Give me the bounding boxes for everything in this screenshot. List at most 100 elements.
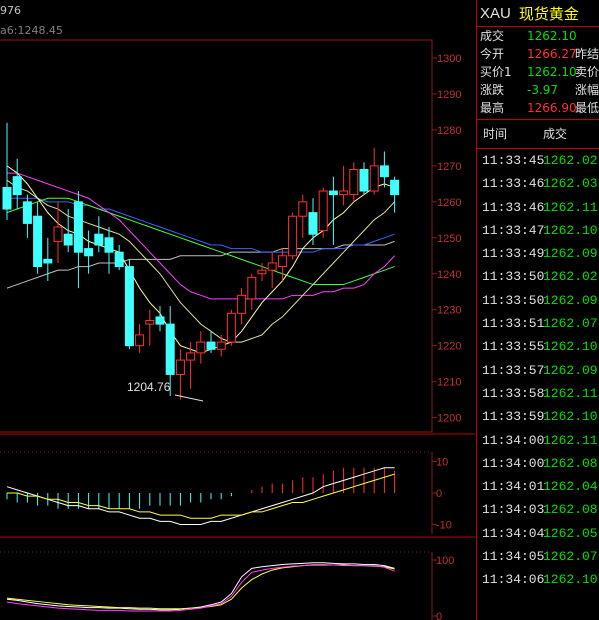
kline-chart-area[interactable]: 1300 1290 1280 1270 1260 1250 1240 1230 1220 1210… <box>0 0 475 620</box>
tick-time: 11:33:59 <box>482 409 545 425</box>
candle-body <box>359 168 369 192</box>
quote-value: 1262.10 <box>527 65 577 79</box>
candle-body <box>206 341 216 350</box>
candle-body <box>349 168 359 196</box>
price-axis-label: 1270 <box>437 161 461 173</box>
price-axis-label: 1300 <box>437 53 461 65</box>
symbol-name: 现货黄金 <box>518 4 579 23</box>
quote-title: XAU 现货黄金 <box>477 0 599 27</box>
candle-body <box>94 233 104 246</box>
tick-time: 11:34:00 <box>482 432 545 448</box>
candle-body <box>328 190 338 196</box>
quote-label: 涨跌 <box>480 83 505 97</box>
tick-price: 1262.03 <box>543 176 598 192</box>
candle-body <box>196 341 206 354</box>
symbol-code: XAU <box>480 4 511 22</box>
tick-time: 11:33:50 <box>482 292 545 308</box>
quote-value: 1266.27 <box>527 47 577 61</box>
tick-row: 11:33:47 1262.10 <box>477 219 599 242</box>
quote-row: 涨跌 -3.97 涨幅 <box>477 81 599 99</box>
indicator-label: 976 <box>0 4 21 17</box>
candle-body <box>390 179 400 196</box>
kdj-axis-label: 0 <box>436 611 442 620</box>
tick-row: 11:34:05 1262.07 <box>477 545 599 568</box>
tick-row: 11:33:51 1262.07 <box>477 312 599 335</box>
tick-time: 11:33:51 <box>482 316 545 332</box>
candle-body <box>175 359 185 375</box>
candle-body <box>43 258 53 264</box>
tick-price: 1262.02 <box>543 269 598 285</box>
tick-row: 11:34:06 1262.10 <box>477 568 599 591</box>
tick-price: 1262.10 <box>543 572 598 588</box>
price-axis-label: 1290 <box>437 89 461 101</box>
price-axis-label: 1230 <box>437 305 461 317</box>
tick-price: 1262.10 <box>543 339 598 355</box>
quote-row: 成交 1262.10 <box>477 27 599 45</box>
price-axis-label: 1200 <box>437 413 461 425</box>
tick-row: 11:34:00 1262.11 <box>477 429 599 452</box>
candle-body <box>135 334 145 347</box>
quote-label-2: 昨结 <box>575 47 599 61</box>
tick-time: 11:33:57 <box>482 362 545 378</box>
tick-price: 1262.08 <box>543 502 598 518</box>
candle-body <box>277 255 287 268</box>
tick-price: 1262.10 <box>543 222 598 238</box>
kdj-d-line <box>6 564 395 610</box>
candle-body <box>155 316 165 325</box>
tick-time: 11:34:04 <box>482 525 545 541</box>
candle-body <box>114 251 124 268</box>
candle-body <box>267 262 277 271</box>
candle-body <box>63 233 73 246</box>
candle-body <box>2 186 12 210</box>
tick-price: 1262.09 <box>543 292 598 308</box>
tick-row: 11:33:46 1262.11 <box>477 196 599 219</box>
candle-body <box>318 190 328 232</box>
quote-label: 买价1 <box>480 65 512 79</box>
candle-body <box>124 266 134 347</box>
tick-time: 11:33:47 <box>482 222 545 238</box>
price-axis-label: 1210 <box>437 377 461 389</box>
tick-row: 11:33:57 1262.09 <box>477 359 599 382</box>
candle-body <box>84 248 94 257</box>
ma-value-label: a6:1248.45 <box>0 24 63 37</box>
tick-price: 1262.08 <box>543 455 598 471</box>
tick-row: 11:33:50 1262.02 <box>477 265 599 288</box>
tick-time: 11:34:06 <box>482 572 545 588</box>
tick-row: 11:33:59 1262.10 <box>477 405 599 428</box>
tick-time: 11:33:55 <box>482 339 545 355</box>
quote-row: 今开 1266.27 昨结 <box>477 45 599 63</box>
quote-row: 最高 1266.90 最低 <box>477 99 599 117</box>
tick-time: 11:33:58 <box>482 385 545 401</box>
quote-label: 最高 <box>480 101 505 115</box>
price-axis-label: 1250 <box>437 233 461 245</box>
candle-body <box>22 201 32 224</box>
candle-body <box>12 176 22 196</box>
quote-label-2: 最低 <box>575 101 599 115</box>
candle-body <box>226 312 236 343</box>
tick-list[interactable]: 11:33:45 1262.02 11:33:46 1262.03 11:33:46 12… <box>477 149 599 592</box>
tick-price: 1262.11 <box>543 385 598 401</box>
tick-time: 11:34:03 <box>482 502 545 518</box>
quote-label: 今开 <box>480 47 505 61</box>
quote-label-2: 涨幅 <box>575 83 599 97</box>
price-axis-label: 1280 <box>437 125 461 137</box>
tick-row: 11:33:58 1262.11 <box>477 382 599 405</box>
quote-value: 1266.90 <box>527 101 577 115</box>
tick-row: 11:33:49 1262.09 <box>477 242 599 265</box>
ticks-header-price: 成交 <box>543 127 568 141</box>
candle-body <box>379 165 389 178</box>
tick-time: 11:33:46 <box>482 176 545 192</box>
candle-body <box>247 276 257 300</box>
candle-body <box>53 226 63 242</box>
tick-row: 11:33:45 1262.02 <box>477 149 599 172</box>
kline-chart[interactable]: 1300 1290 1280 1270 1260 1250 1240 1230 1220 1210… <box>0 0 475 620</box>
low-annotation: 1204.76 <box>127 380 171 394</box>
price-axis-label: 1240 <box>437 269 461 281</box>
candle-body <box>73 201 83 253</box>
quote-value: 1262.10 <box>527 29 577 43</box>
macd-axis-label: 10 <box>436 456 448 468</box>
tick-price: 1262.04 <box>543 479 598 495</box>
tick-time: 11:34:01 <box>482 479 545 495</box>
tick-price: 1262.02 <box>543 153 598 168</box>
tick-row: 11:34:00 1262.08 <box>477 452 599 475</box>
